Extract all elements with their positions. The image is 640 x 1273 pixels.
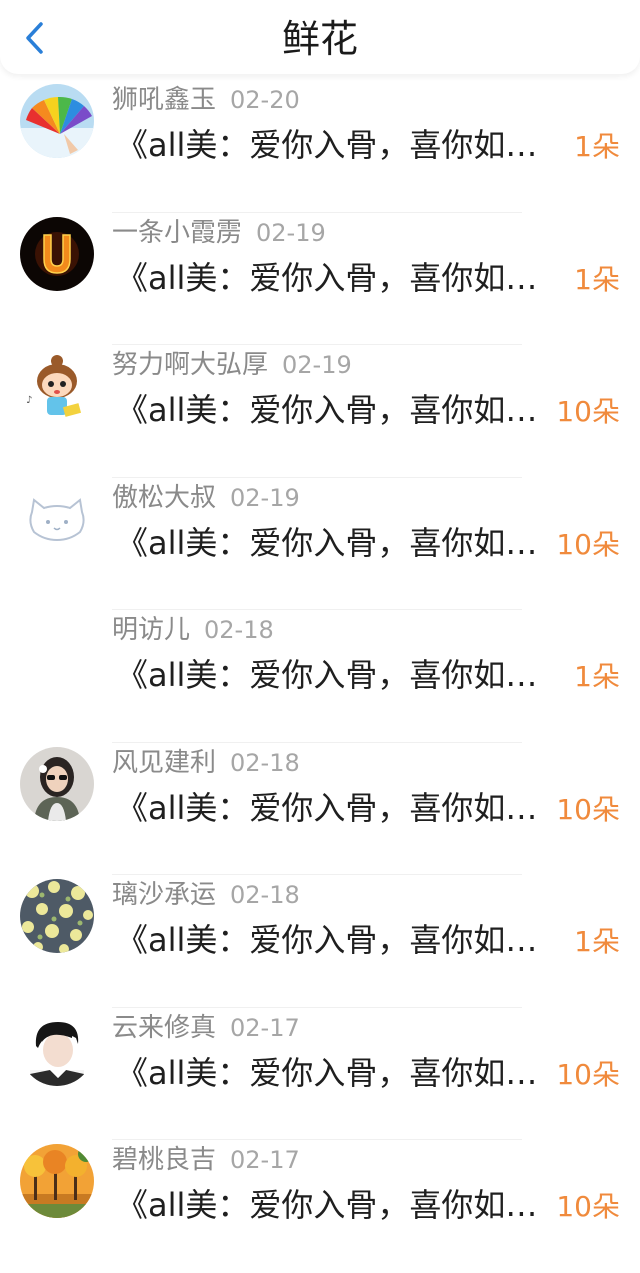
date-label: 02-20: [230, 86, 300, 114]
message-text: 《all美：爱你入骨，喜你如命》: [116, 656, 556, 694]
flower-count: 10朵: [556, 527, 620, 561]
blank-avatar[interactable]: [20, 614, 94, 688]
message-text: 《all美：爱你入骨，喜你如命》: [116, 921, 556, 959]
user-name[interactable]: 明访儿: [112, 615, 190, 645]
user-name[interactable]: 一条小霞雳: [112, 218, 242, 248]
woman-sunglasses-avatar[interactable]: [20, 746, 94, 821]
date-label: 02-18: [230, 748, 300, 777]
message-text: 《all美：爱你入骨，喜你如命》: [116, 1053, 556, 1092]
user-name[interactable]: 风见建利: [112, 748, 216, 778]
date-label: 02-18: [204, 616, 274, 644]
flower-count: 1朵: [574, 925, 620, 958]
user-name[interactable]: 努力啊大弘厚: [112, 350, 268, 380]
list-item[interactable]: 风见建利 02-18 《all美：爱你入骨，喜你如命》 10朵: [0, 743, 640, 875]
floral-pattern-avatar[interactable]: [20, 879, 94, 953]
user-name[interactable]: 璃沙承运: [112, 880, 216, 910]
flower-count: 10朵: [556, 792, 620, 826]
svg-text:♪: ♪: [26, 395, 32, 406]
message-text: 《all美：爱你入骨，喜你如命》: [116, 788, 556, 827]
flower-count: 10朵: [556, 395, 620, 428]
list-item[interactable]: 狮吼鑫玉 02-20 《all美：爱你入骨，喜你如命》 1朵: [0, 80, 640, 213]
fire-letter-u-avatar[interactable]: [20, 216, 94, 291]
date-label: 02-19: [282, 351, 352, 379]
message-text: 《all美：爱你入骨，喜你如命》: [116, 391, 556, 429]
list-item[interactable]: 璃沙承运 02-18 《all美：爱你入骨，喜你如命》 1朵: [0, 875, 640, 1008]
user-name[interactable]: 碧桃良吉: [112, 1145, 216, 1175]
nav-bar: 鲜花: [0, 0, 640, 74]
date-label: 02-19: [230, 483, 300, 512]
rainbow-fan-avatar[interactable]: [20, 84, 94, 158]
message-text: 《all美：爱你入骨，喜你如命》: [116, 523, 556, 562]
user-name[interactable]: 云来修真: [112, 1013, 216, 1043]
list-item[interactable]: 云来修真 02-17 《all美：爱你入骨，喜你如命》 10朵: [0, 1008, 640, 1140]
date-label: 02-17: [230, 1146, 300, 1174]
flower-count: 1朵: [574, 130, 620, 163]
user-name[interactable]: 狮吼鑫玉: [112, 85, 216, 115]
date-label: 02-19: [256, 218, 326, 247]
cartoon-girl-avatar[interactable]: ♪: [20, 349, 94, 423]
flower-list: 狮吼鑫玉 02-20 《all美：爱你入骨，喜你如命》 1朵 一条小霞雳 02-19…: [0, 80, 640, 1273]
flower-count: 10朵: [556, 1057, 620, 1091]
flower-count: 1朵: [574, 262, 620, 296]
list-item[interactable]: 傲松大叔 02-19 《all美：爱你入骨，喜你如命》 10朵: [0, 478, 640, 610]
young-man-avatar[interactable]: [20, 1011, 94, 1086]
flower-count: 1朵: [574, 660, 620, 693]
message-text: 《all美：爱你入骨，喜你如命》: [116, 1186, 556, 1224]
user-name[interactable]: 傲松大叔: [112, 483, 216, 513]
list-item[interactable]: 明访儿 02-18 《all美：爱你入骨，喜你如命》 1朵: [0, 610, 640, 743]
list-item[interactable]: 碧桃良吉 02-17 《all美：爱你入骨，喜你如命》 10朵: [0, 1140, 640, 1273]
message-text: 《all美：爱你入骨，喜你如命》: [116, 126, 556, 164]
page-title: 鲜花: [281, 17, 358, 61]
flower-count: 10朵: [556, 1190, 620, 1223]
autumn-trees-avatar[interactable]: [20, 1144, 94, 1218]
list-item[interactable]: 一条小霞雳 02-19 《all美：爱你入骨，喜你如命》 1朵: [0, 213, 640, 345]
date-label: 02-18: [230, 881, 300, 909]
list-item[interactable]: ♪ 努力啊大弘厚 02-19 《all美：爱你入骨，喜你如命》 10朵: [0, 345, 640, 478]
message-text: 《all美：爱你入骨，喜你如命》: [116, 258, 556, 297]
date-label: 02-17: [230, 1013, 300, 1042]
white-cat-avatar[interactable]: [20, 481, 94, 556]
